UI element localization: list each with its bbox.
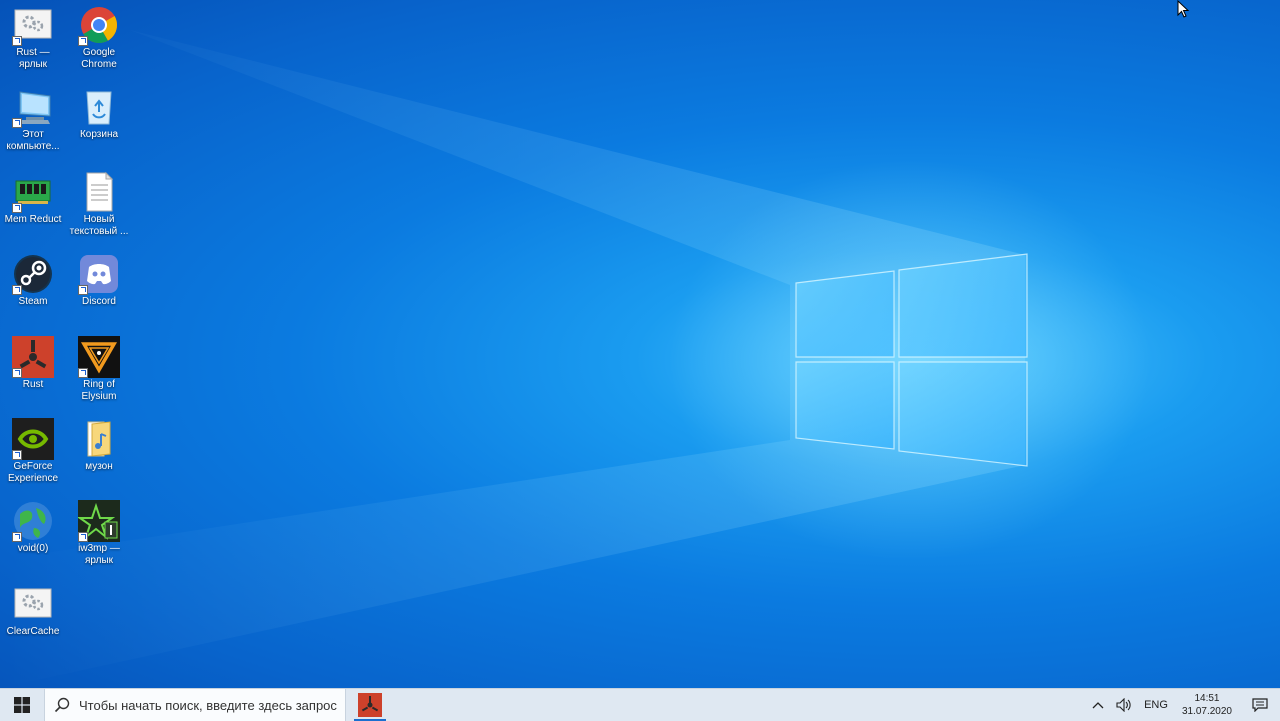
computer-icon: [12, 86, 54, 128]
clock-time: 14:51: [1194, 693, 1220, 704]
start-button[interactable]: [0, 689, 44, 721]
action-center-button[interactable]: [1240, 689, 1280, 721]
desktop-icon-label: Корзина: [79, 129, 119, 140]
taskbar-clock[interactable]: 14:51 31.07.2020: [1174, 692, 1240, 718]
desktop-icon-label: Новый текстовый ...: [69, 214, 129, 237]
desktop-icon-geforce-experience[interactable]: GeForce Experience: [0, 418, 66, 496]
desktop-icon-this-pc[interactable]: Этот компьюте...: [0, 86, 66, 164]
text-document-icon: [78, 171, 120, 213]
ring-of-elysium-icon: [78, 336, 120, 378]
desktop-icon-label: Rust: [22, 379, 44, 390]
desktop-icon-music-folder[interactable]: музон: [66, 418, 132, 496]
volume-button[interactable]: [1110, 689, 1138, 721]
search-placeholder: Чтобы начать поиск, введите здесь запрос: [79, 697, 337, 713]
desktop-icon-new-text-document[interactable]: Новый текстовый ...: [66, 171, 132, 249]
desktop-icon-rust-shortcut[interactable]: Rust — ярлык: [0, 4, 66, 82]
notification-icon: [1252, 698, 1268, 712]
chevron-up-icon: [1092, 702, 1104, 709]
taskbar-app-rust[interactable]: [346, 689, 394, 721]
desktop-icon-discord[interactable]: Discord: [66, 253, 132, 331]
desktop-icon-iw3mp-shortcut[interactable]: iw3mp — ярлык: [66, 500, 132, 578]
desktop-icon-clearcache[interactable]: ClearCache: [0, 583, 66, 661]
desktop-icon-mem-reduct[interactable]: Mem Reduct: [0, 171, 66, 249]
desktop-icon-recycle-bin[interactable]: Корзина: [66, 86, 132, 164]
steam-icon: [12, 253, 54, 295]
desktop: Rust — ярлык Этот компьюте... Mem Reduct…: [0, 0, 1280, 688]
desktop-icon-label: Google Chrome: [81, 47, 117, 70]
memory-chip-icon: [12, 171, 54, 213]
desktop-icon-label: Steam: [18, 296, 48, 307]
desktop-icon-label: iw3mp — ярлык: [78, 543, 120, 566]
gear-shortcut-icon: [12, 4, 54, 46]
desktop-icon-label: GeForce Experience: [7, 461, 59, 484]
input-language-button[interactable]: ENG: [1138, 689, 1174, 721]
windows-logo: [795, 253, 1028, 467]
desktop-icon-label: ClearCache: [6, 626, 60, 637]
desktop-icon-rust[interactable]: Rust: [0, 336, 66, 414]
windows-wallpaper: [0, 30, 1150, 688]
cod4-icon: [76, 500, 120, 542]
rust-icon: [12, 336, 54, 378]
music-folder-icon: [78, 418, 120, 460]
desktop-icon-label: Ring of Elysium: [81, 379, 117, 402]
gear-app-icon: [12, 583, 54, 625]
desktop-icon-label: Mem Reduct: [4, 214, 62, 225]
taskbar-search-box[interactable]: Чтобы начать поиск, введите здесь запрос: [44, 689, 346, 721]
mouse-cursor-icon: [1177, 0, 1190, 18]
desktop-icon-label: Discord: [82, 296, 116, 307]
desktop-icon-void0[interactable]: void(0): [0, 500, 66, 578]
desktop-icon-google-chrome[interactable]: Google Chrome: [66, 4, 132, 82]
system-tray: ENG 14:51 31.07.2020: [1086, 689, 1280, 721]
desktop-icon-label: Rust — ярлык: [16, 47, 50, 70]
clock-date: 31.07.2020: [1181, 706, 1232, 717]
speaker-icon: [1116, 698, 1131, 712]
globe-icon: [12, 500, 54, 542]
discord-icon: [78, 253, 120, 295]
taskbar: Чтобы начать поиск, введите здесь запрос…: [0, 688, 1280, 721]
windows-start-icon: [14, 697, 30, 713]
recycle-bin-icon: [78, 86, 120, 128]
show-hidden-icons-button[interactable]: [1086, 689, 1110, 721]
search-icon: [45, 697, 79, 713]
nvidia-icon: [12, 418, 54, 460]
desktop-icon-ring-of-elysium[interactable]: Ring of Elysium: [66, 336, 132, 414]
rust-icon: [358, 693, 382, 717]
desktop-icon-label: Этот компьюте...: [6, 129, 60, 152]
desktop-icon-steam[interactable]: Steam: [0, 253, 66, 331]
chrome-icon: [78, 4, 120, 46]
desktop-icon-label: музон: [85, 461, 113, 472]
desktop-icon-label: void(0): [17, 543, 49, 554]
